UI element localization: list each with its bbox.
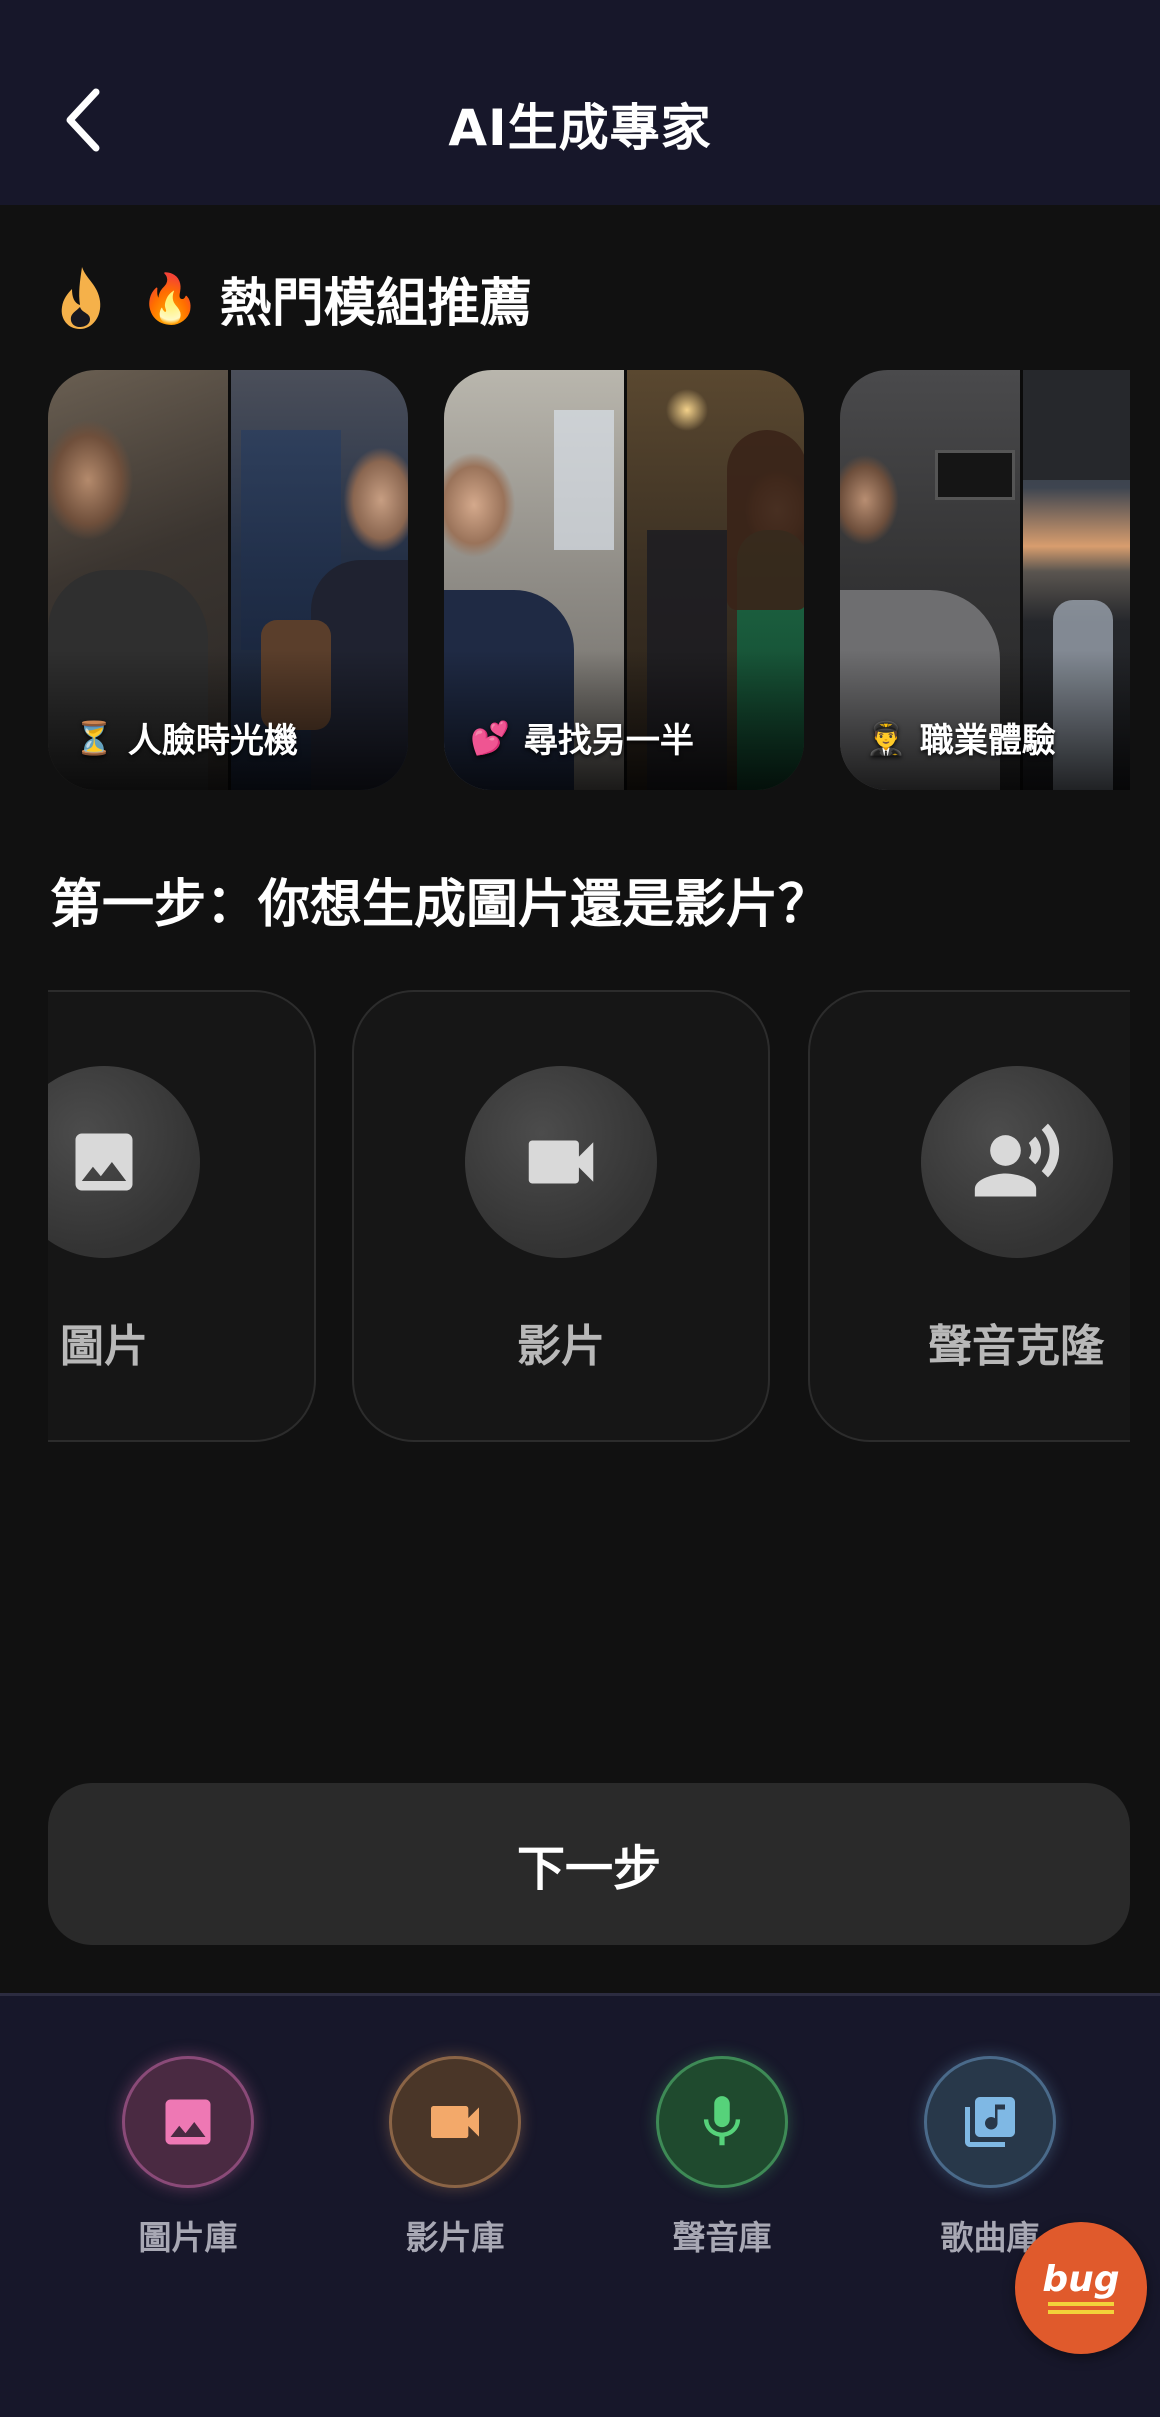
module-caption: 💕 尋找另一半 <box>470 713 694 762</box>
nav-label: 聲音庫 <box>672 2218 772 2257</box>
option-label: 聲音克隆 <box>928 1321 1104 1372</box>
module-caption: ⏳ 人臉時光機 <box>74 713 298 762</box>
nav-item-video-library[interactable]: 影片庫 <box>355 2056 555 2266</box>
bottom-nav: 圖片庫 影片庫 聲音庫 歌曲庫 <box>0 1993 1160 2417</box>
page-title: AI生成專家 <box>448 99 712 157</box>
module-label: 職業體驗 <box>919 721 1056 761</box>
option-label: 圖片 <box>60 1321 148 1372</box>
videocam-icon <box>431 2106 479 2138</box>
hearts-icon: 💕 <box>470 718 510 757</box>
videocam-icon <box>528 1140 594 1184</box>
module-caption: 👨‍✈️ 職業體驗 <box>866 713 1056 762</box>
option-video[interactable]: 影片 <box>352 990 770 1442</box>
nav-label: 影片庫 <box>405 2218 505 2257</box>
hot-modules-heading: 🔥 熱門模組推薦 <box>52 258 532 338</box>
nav-label: 圖片庫 <box>138 2218 238 2257</box>
pilot-icon: 👨‍✈️ <box>866 718 906 757</box>
nav-item-image-library[interactable]: 圖片庫 <box>88 2056 288 2266</box>
mic-icon <box>703 2096 741 2146</box>
music-library-icon <box>965 2097 1015 2147</box>
voice-icon <box>974 1123 1060 1197</box>
module-card-face-time-machine[interactable]: ⏳ 人臉時光機 <box>48 370 408 790</box>
hot-modules-title: 熱門模組推薦 <box>219 273 532 334</box>
option-voice-clone[interactable]: 聲音克隆 <box>808 990 1130 1442</box>
image-icon <box>75 1133 133 1191</box>
module-card-find-partner[interactable]: 💕 尋找另一半 <box>444 370 804 790</box>
flame-icon <box>61 267 101 329</box>
module-label: 人臉時光機 <box>127 721 298 761</box>
generation-type-selector[interactable]: 圖片 影片 聲音克隆 <box>48 990 1130 1442</box>
hourglass-icon: ⏳ <box>74 718 114 757</box>
option-image[interactable]: 圖片 <box>48 990 316 1442</box>
bug-report-button[interactable]: bug <box>1015 2222 1147 2354</box>
fire-emoji: 🔥 <box>140 270 200 327</box>
image-icon <box>165 2099 211 2145</box>
bug-label: bug <box>1042 2259 1120 2300</box>
module-card-career-experience[interactable]: 👨‍✈️ 職業體驗 <box>840 370 1130 790</box>
step-one-title: 第一步：你想生成圖片還是影片？ <box>50 875 831 935</box>
next-step-button[interactable]: 下一步 <box>48 1783 1130 1945</box>
module-label: 尋找另一半 <box>523 721 694 761</box>
option-label: 影片 <box>517 1321 605 1372</box>
featured-modules-carousel[interactable]: ⏳ 人臉時光機 💕 尋找另一半 👨‍✈️ <box>48 370 1130 790</box>
nav-item-voice-library[interactable]: 聲音庫 <box>622 2056 822 2266</box>
app-header: AI生成專家 <box>0 0 1160 205</box>
